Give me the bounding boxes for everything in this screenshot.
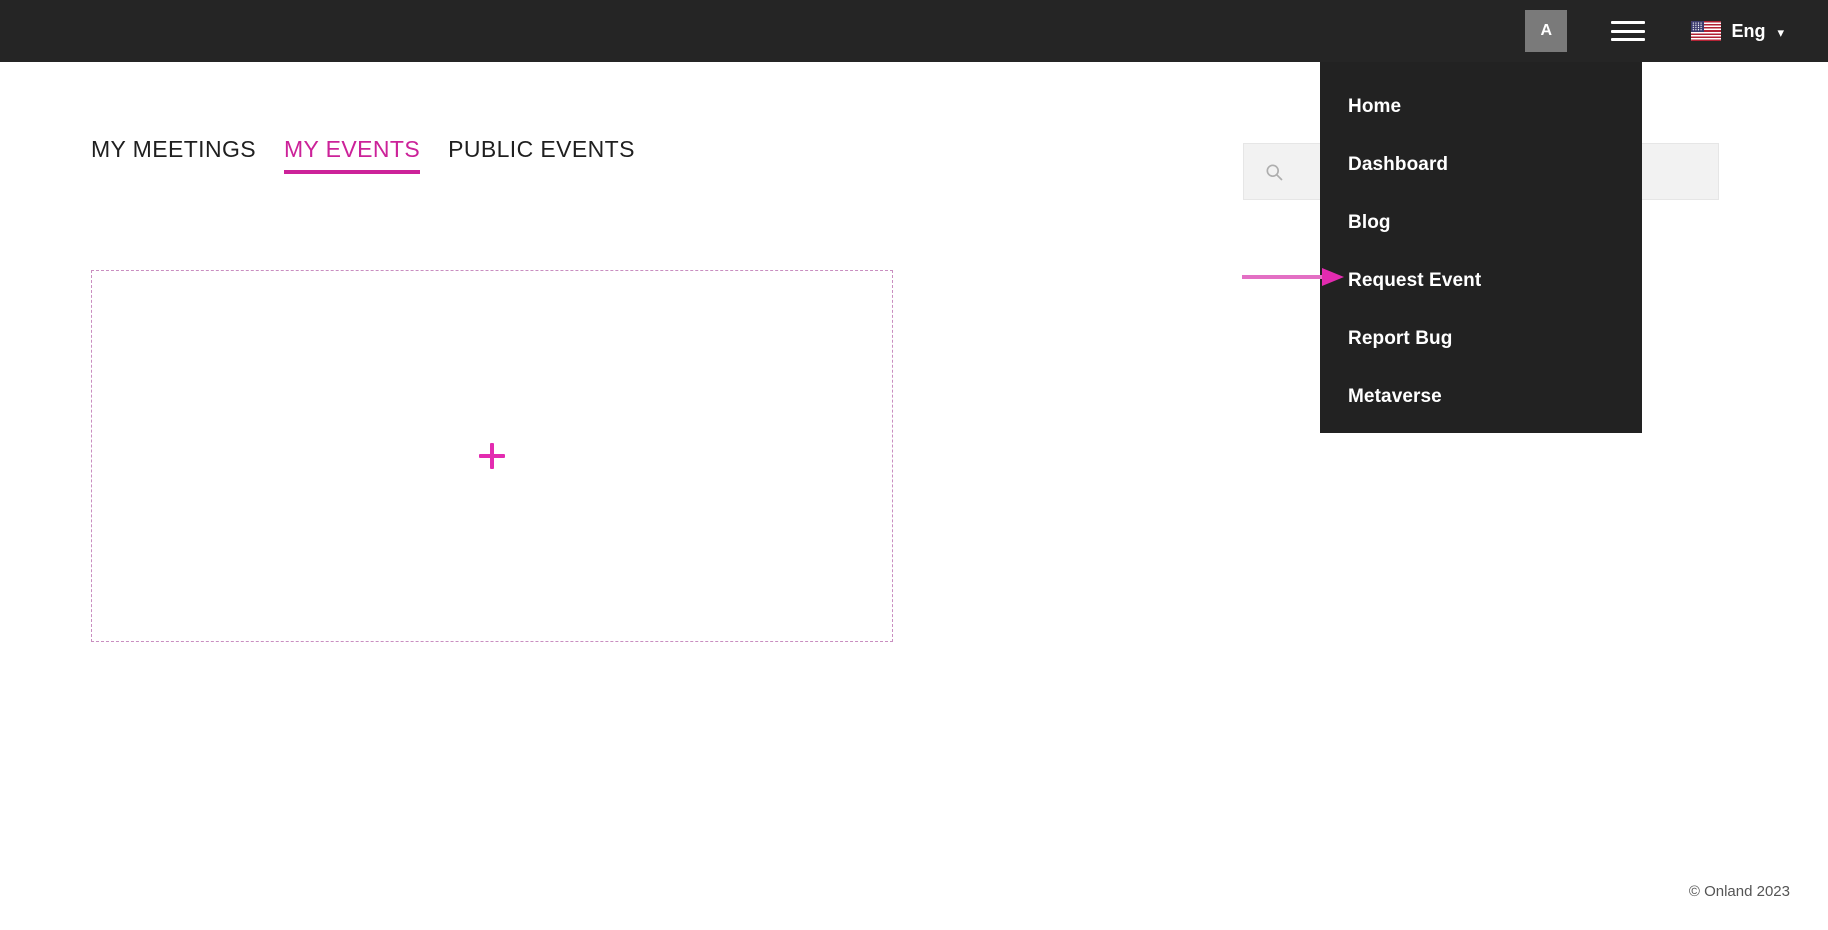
avatar[interactable]: A <box>1525 10 1568 52</box>
navigation-dropdown-menu: Home Dashboard Blog Request Event Report… <box>1320 62 1642 433</box>
tab-label: MY EVENTS <box>284 136 421 162</box>
tab-label: MY MEETINGS <box>91 136 256 162</box>
hamburger-bar-1 <box>1611 21 1646 24</box>
menu-item-label: Home <box>1348 96 1402 117</box>
menu-item-label: Report Bug <box>1348 328 1453 349</box>
menu-item-label: Request Event <box>1348 270 1482 291</box>
footer-copyright: © Onland 2023 <box>1688 883 1790 900</box>
menu-item-report-bug[interactable]: Report Bug <box>1320 310 1642 368</box>
language-selector[interactable]: Eng ▾ <box>1691 21 1784 42</box>
avatar-initial: A <box>1540 22 1553 39</box>
tab-label: PUBLIC EVENTS <box>448 136 635 162</box>
app-root: A Eng ▾ Home Dashboard Blog Request Even… <box>0 0 1828 930</box>
menu-item-label: Dashboard <box>1348 154 1449 175</box>
hamburger-menu-icon[interactable] <box>1611 18 1646 44</box>
us-flag-icon <box>1691 21 1722 41</box>
chevron-down-icon: ▾ <box>1777 24 1784 40</box>
hamburger-bar-2 <box>1611 29 1646 33</box>
tab-bar: MY MEETINGS MY EVENTS PUBLIC EVENTS <box>91 136 635 174</box>
tab-my-events[interactable]: MY EVENTS <box>284 136 421 174</box>
top-bar-right-controls: A Eng ▾ <box>1525 0 1828 62</box>
menu-item-label: Metaverse <box>1348 386 1442 407</box>
menu-item-request-event[interactable]: Request Event <box>1320 252 1642 310</box>
menu-item-dashboard[interactable]: Dashboard <box>1320 136 1642 194</box>
hamburger-bar-3 <box>1611 38 1646 41</box>
add-event-dropzone[interactable] <box>91 270 893 642</box>
tab-my-meetings[interactable]: MY MEETINGS <box>91 136 256 174</box>
plus-icon[interactable] <box>479 443 505 469</box>
top-bar: A Eng ▾ <box>0 0 1828 62</box>
menu-item-label: Blog <box>1348 212 1391 233</box>
menu-item-home[interactable]: Home <box>1320 78 1642 136</box>
search-icon <box>1266 164 1283 180</box>
tab-public-events[interactable]: PUBLIC EVENTS <box>448 136 635 174</box>
menu-item-blog[interactable]: Blog <box>1320 194 1642 252</box>
menu-item-metaverse[interactable]: Metaverse <box>1320 368 1642 426</box>
language-label: Eng <box>1731 20 1766 41</box>
